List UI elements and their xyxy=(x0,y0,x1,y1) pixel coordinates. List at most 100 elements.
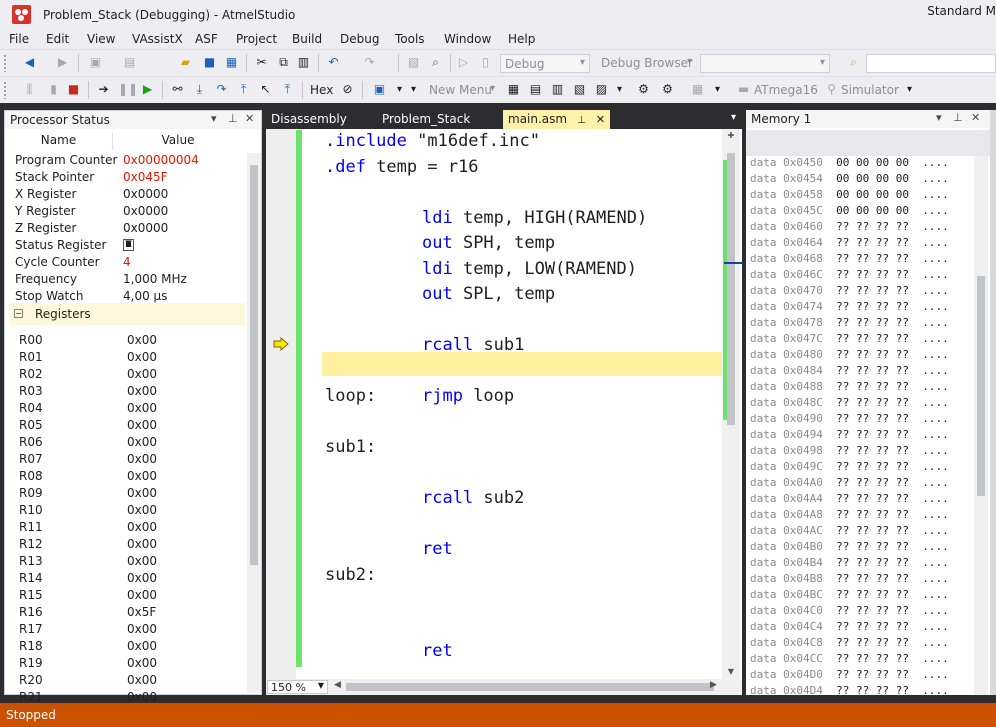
processor-scrollbar-thumb[interactable] xyxy=(250,165,258,565)
copy-icon[interactable]: ⧉ xyxy=(276,55,291,70)
split-icon[interactable]: ✚ xyxy=(722,131,740,140)
memory-bytes[interactable]: ?? ?? ?? ?? xyxy=(836,636,909,649)
build-icon[interactable]: ▯ xyxy=(478,55,493,70)
memory-bytes[interactable]: ?? ?? ?? ?? xyxy=(836,316,909,329)
menu-project[interactable]: Project xyxy=(236,32,277,46)
memory-row[interactable]: data 0x0454 00 00 00 00 .... xyxy=(750,172,949,188)
memory-row[interactable]: data 0x0478 ?? ?? ?? ?? .... xyxy=(750,316,949,332)
memory-row[interactable]: data 0x0484 ?? ?? ?? ?? .... xyxy=(750,364,949,380)
memory-row[interactable]: data 0x0474 ?? ?? ?? ?? .... xyxy=(750,300,949,316)
new-menu-button[interactable]: New Menu xyxy=(429,83,492,97)
show-next-statement-icon[interactable]: ➔ xyxy=(96,82,111,97)
start-without-debug-icon[interactable]: ▷ xyxy=(456,55,471,70)
memory-bytes[interactable]: 00 00 00 00 xyxy=(836,188,909,201)
restart-icon[interactable]: ⫼ xyxy=(22,82,37,97)
memory-bytes[interactable]: ?? ?? ?? ?? xyxy=(836,236,909,249)
registers-view-icon[interactable]: ▧ xyxy=(572,82,587,97)
memory-row[interactable]: data 0x04D0 ?? ?? ?? ?? .... xyxy=(750,668,949,684)
memory-row[interactable]: data 0x048C ?? ?? ?? ?? .... xyxy=(750,396,949,412)
windows-icon[interactable]: ▣ xyxy=(372,82,387,97)
step-out-icon[interactable]: ⤒ xyxy=(236,82,251,97)
memory-bytes[interactable]: ?? ?? ?? ?? xyxy=(836,284,909,297)
step-over-icon[interactable]: ↷ xyxy=(214,82,229,97)
memory-row[interactable]: data 0x0468 ?? ?? ?? ?? .... xyxy=(750,252,949,268)
memory-bytes[interactable]: ?? ?? ?? ?? xyxy=(836,380,909,393)
processor-view-icon[interactable]: ▨ xyxy=(594,82,609,97)
new-project-icon[interactable]: ▣ xyxy=(88,55,103,70)
memory-view-icon[interactable]: ▥ xyxy=(550,82,565,97)
memory-row[interactable]: data 0x049C ?? ?? ?? ?? .... xyxy=(750,460,949,476)
column-header-name[interactable]: Name xyxy=(5,133,113,150)
memory-row[interactable]: data 0x04BC ?? ?? ?? ?? .... xyxy=(750,588,949,604)
memory-row[interactable]: data 0x046C ?? ?? ?? ?? .... xyxy=(750,268,949,284)
memory-bytes[interactable]: ?? ?? ?? ?? xyxy=(836,300,909,313)
menu-file[interactable]: File xyxy=(9,32,29,46)
tab-pin-icon[interactable]: ⊥ xyxy=(577,115,586,126)
memory-bytes[interactable]: ?? ?? ?? ?? xyxy=(836,364,909,377)
memory-row[interactable]: data 0x04CC ?? ?? ?? ?? .... xyxy=(750,652,949,668)
processor-scrollbar[interactable] xyxy=(247,153,261,693)
open-file-icon[interactable]: ▰ xyxy=(178,55,193,70)
memory-bytes[interactable]: ?? ?? ?? ?? xyxy=(836,620,909,633)
memory-row[interactable]: data 0x0450 00 00 00 00 .... xyxy=(750,156,949,172)
tab-close-icon[interactable]: ✕ xyxy=(596,113,605,126)
tab-problem-stack[interactable]: Problem_Stack xyxy=(377,110,475,129)
toolbar-overflow-icon[interactable]: ▾ xyxy=(406,82,421,97)
menu-edit[interactable]: Edit xyxy=(46,32,69,46)
pause-icon[interactable]: ❚❚ xyxy=(118,82,138,97)
memory-bytes[interactable]: ?? ?? ?? ?? xyxy=(836,652,909,665)
menu-help[interactable]: Help xyxy=(508,32,535,46)
menu-vassistx[interactable]: VAssistX xyxy=(132,32,183,46)
memory-row[interactable]: data 0x0488 ?? ?? ?? ?? .... xyxy=(750,380,949,396)
forward-icon[interactable]: ▶ xyxy=(55,55,70,70)
memory-bytes[interactable]: ?? ?? ?? ?? xyxy=(836,428,909,441)
extensions-icon[interactable]: ⚙ xyxy=(660,82,675,97)
memory-row[interactable]: data 0x04C4 ?? ?? ?? ?? .... xyxy=(750,620,949,636)
memory-row[interactable]: data 0x04AC ?? ?? ?? ?? .... xyxy=(750,524,949,540)
memory-bytes[interactable]: ?? ?? ?? ?? xyxy=(836,668,909,681)
debug-browser-arrow-icon[interactable]: ▾ xyxy=(687,56,692,67)
indicator-margin[interactable] xyxy=(266,129,296,695)
memory-bytes[interactable]: ?? ?? ?? ?? xyxy=(836,524,909,537)
memory-bytes[interactable]: ?? ?? ?? ?? xyxy=(836,604,909,617)
paste-icon[interactable]: ▥ xyxy=(296,55,311,70)
memory-bytes[interactable]: ?? ?? ?? ?? xyxy=(836,588,909,601)
zoom-dropdown[interactable]: 150 % ▼ xyxy=(267,680,328,694)
memory-row[interactable]: data 0x04C0 ?? ?? ?? ?? .... xyxy=(750,604,949,620)
close-icon[interactable]: ✕ xyxy=(245,112,254,125)
quick-launch-input[interactable] xyxy=(866,54,996,73)
tool-icon[interactable]: ⚲ xyxy=(824,82,839,97)
status-flag-c[interactable]: C xyxy=(123,239,134,251)
memory-bytes[interactable]: ?? ?? ?? ?? xyxy=(836,476,909,489)
solution-platform-dropdown[interactable]: ▾ xyxy=(700,54,830,73)
memory-bytes[interactable]: ?? ?? ?? ?? xyxy=(836,492,909,505)
component-icon[interactable]: ⚙ xyxy=(636,82,651,97)
add-item-icon[interactable]: ▤ xyxy=(122,55,137,70)
redo-icon[interactable]: ↷ xyxy=(362,55,377,70)
continue-icon[interactable]: ▶ xyxy=(140,82,155,97)
find-icon[interactable]: ⌕ xyxy=(428,55,443,70)
memory-bytes[interactable]: ?? ?? ?? ?? xyxy=(836,396,909,409)
tab-disassembly[interactable]: Disassembly xyxy=(266,110,352,129)
menu-tools[interactable]: Tools xyxy=(395,32,425,46)
memory-bytes[interactable]: ?? ?? ?? ?? xyxy=(836,540,909,553)
scroll-right-icon[interactable]: ▶ xyxy=(710,680,717,690)
disassembly-icon[interactable]: ⚯ xyxy=(170,82,185,97)
save-all-icon[interactable]: ▦ xyxy=(224,55,239,70)
panel-dropdown-icon[interactable]: ▾ xyxy=(211,112,217,125)
memory-row[interactable]: data 0x0460 ?? ?? ?? ?? .... xyxy=(750,220,949,236)
scroll-left-icon[interactable]: ◀ xyxy=(334,680,341,690)
windows-dropdown-icon[interactable]: ▾ xyxy=(392,82,407,97)
memory-row[interactable]: data 0x0498 ?? ?? ?? ?? .... xyxy=(750,444,949,460)
memory-row[interactable]: data 0x0480 ?? ?? ?? ?? .... xyxy=(750,348,949,364)
save-icon[interactable]: ■ xyxy=(202,55,217,70)
memory-bytes[interactable]: ?? ?? ?? ?? xyxy=(836,508,909,521)
memory-pin-icon[interactable]: ⊥ xyxy=(953,111,963,124)
run-to-cursor-icon[interactable]: ↖ xyxy=(258,82,273,97)
scroll-down-icon[interactable]: ▼ xyxy=(722,667,740,676)
menu-view[interactable]: View xyxy=(87,32,115,46)
collapse-icon[interactable]: − xyxy=(14,309,23,318)
hex-toggle-button[interactable]: Hex xyxy=(310,83,333,97)
menu-asf[interactable]: ASF xyxy=(195,32,218,46)
code-area[interactable]: .include "m16def.inc" .def temp = r16 ldi … xyxy=(302,129,722,679)
